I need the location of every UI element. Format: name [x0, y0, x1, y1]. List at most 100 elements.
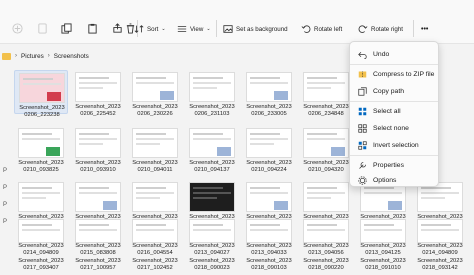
file-name-line1: Screenshot_2023 — [246, 160, 292, 166]
file-tile[interactable]: Screenshot_2023 0206_223238 — [14, 70, 68, 118]
file-name-line1: Screenshot_2023 — [132, 160, 178, 166]
thumbnail — [360, 219, 406, 243]
thumbnail — [189, 182, 235, 212]
nav-item[interactable]: P — [0, 185, 10, 191]
file-tile[interactable]: Screenshot_2023 0213_094056 — [299, 217, 353, 256]
file-name-line2: 0210_093825 — [23, 167, 59, 173]
sort-button[interactable]: Sort ⌄ — [134, 22, 166, 36]
file-name-line1: Screenshot_2023 — [303, 104, 349, 110]
file-name: Screenshot_2023 0218_091010 — [356, 258, 410, 272]
menu-item-select-none[interactable]: Select none — [354, 121, 436, 135]
rotate-left-label: Rotate left — [314, 25, 343, 33]
file-tile[interactable]: Screenshot_2023 0215_083808 — [71, 217, 125, 256]
menu-item-label: Compress to ZIP file — [373, 70, 435, 78]
file-name-line2: 0206_223238 — [24, 112, 60, 118]
thumbnail — [417, 219, 463, 243]
file-tile[interactable]: Screenshot_2023 0218_093142 — [413, 256, 467, 275]
file-name: Screenshot_2023 0210_094137 — [185, 160, 239, 174]
file-tile[interactable]: Screenshot_2023 0213_094125 — [356, 217, 410, 256]
breadcrumb-item-screenshots[interactable]: Screenshots — [54, 53, 89, 60]
menu-item-select-all[interactable]: Select all — [354, 104, 436, 118]
more-options-button[interactable]: ••• — [421, 22, 428, 36]
thumbnail — [132, 72, 178, 102]
thumbnail — [246, 128, 292, 158]
view-icon — [177, 26, 187, 32]
file-name-line2: 0210_094137 — [194, 167, 230, 173]
file-name-line1: Screenshot_2023 — [417, 243, 463, 249]
file-name-line2: 0206_231103 — [194, 111, 230, 117]
cut-icon[interactable] — [35, 21, 49, 35]
sort-icon — [134, 25, 144, 33]
file-tile[interactable]: Screenshot_2023 0217_102452 — [128, 256, 182, 275]
thumbnail — [75, 219, 121, 243]
file-name-line1: Screenshot_2023 — [360, 258, 406, 264]
menu-item-compress[interactable]: Compress to ZIP file — [354, 67, 436, 81]
breadcrumb-item-pictures[interactable]: Pictures — [21, 53, 44, 60]
file-name-line1: Screenshot_2023 — [75, 104, 121, 110]
file-name-line1: Screenshot_2023 — [132, 258, 178, 264]
file-name-line2: 0217_102452 — [137, 265, 173, 271]
menu-item-options[interactable]: Options — [354, 173, 436, 187]
menu-item-copy-path[interactable]: Copy path — [354, 84, 436, 98]
copy-icon[interactable] — [59, 21, 73, 35]
file-name-line1: Screenshot_2023 — [303, 243, 349, 249]
file-name-line2: 0206_234848 — [308, 111, 344, 117]
file-tile[interactable]: Screenshot_2023 0214_094809 — [14, 217, 68, 256]
rotate-left-icon — [301, 25, 311, 33]
file-tile[interactable]: Screenshot_2023 0206_225452 — [71, 70, 125, 117]
paste-icon[interactable] — [85, 21, 99, 35]
file-tile[interactable]: Screenshot_2023 0206_230226 — [128, 70, 182, 117]
file-tile[interactable]: Screenshot_2023 0218_090220 — [299, 256, 353, 275]
file-tile[interactable]: Screenshot_2023 0210_094011 — [128, 126, 182, 173]
file-tile[interactable]: Screenshot_2023 0210_094224 — [242, 126, 296, 173]
file-tile[interactable]: Screenshot_2023 0214_094809 — [413, 217, 467, 256]
share-icon[interactable] — [110, 21, 124, 35]
file-tile[interactable]: Screenshot_2023 0217_100957 — [71, 256, 125, 275]
file-tile[interactable]: Screenshot_2023 0210_094137 — [185, 126, 239, 173]
view-button[interactable]: View ⌄ — [177, 22, 211, 36]
file-tile[interactable]: Screenshot_2023 0210_094320 — [299, 126, 353, 173]
rotate-left-button[interactable]: Rotate left — [301, 22, 342, 36]
file-tile[interactable]: Screenshot_2023 0213_094027 — [185, 217, 239, 256]
file-name: Screenshot_2023 0217_100957 — [71, 258, 125, 272]
file-tile[interactable]: Screenshot_2023 0213_094033 — [242, 217, 296, 256]
file-name-line2: 0206_233005 — [251, 111, 287, 117]
file-name-line1: Screenshot_2023 — [189, 160, 235, 166]
view-label: View — [190, 25, 204, 33]
file-tile[interactable]: Screenshot_2023 0210_093825 — [14, 126, 68, 173]
file-name: Screenshot_2023 0210_094320 — [299, 160, 353, 174]
file-tile[interactable]: Screenshot_2023 0217_093407 — [14, 256, 68, 275]
set-background-label: Set as background — [236, 25, 288, 33]
file-tile[interactable]: Screenshot_2023 0218_090103 — [242, 256, 296, 275]
file-name: Screenshot_2023 0210_094224 — [242, 160, 296, 174]
new-icon[interactable] — [10, 21, 24, 35]
file-tile[interactable]: Screenshot_2023 0218_090023 — [185, 256, 239, 275]
chevron-down-icon: ⌄ — [206, 26, 211, 32]
file-name-line2: 0206_230226 — [137, 111, 173, 117]
set-background-button[interactable]: Set as background — [223, 22, 288, 36]
file-tile[interactable]: Screenshot_2023 0216_004554 — [128, 217, 182, 256]
file-name-line2: 0210_093910 — [80, 167, 116, 173]
menu-divider — [350, 64, 438, 65]
menu-item-properties[interactable]: Properties — [354, 158, 436, 172]
menu-item-invert-selection[interactable]: Invert selection — [354, 138, 436, 152]
nav-item[interactable]: P — [0, 168, 10, 174]
thumbnail — [246, 72, 292, 102]
rotate-right-icon — [358, 25, 368, 33]
file-tile[interactable]: Screenshot_2023 0210_093910 — [71, 126, 125, 173]
thumbnail — [132, 182, 178, 212]
menu-item-undo[interactable]: Undo — [354, 47, 436, 61]
file-name: Screenshot_2023 0217_093407 — [14, 258, 68, 272]
thumbnail — [246, 182, 292, 212]
sort-label: Sort — [147, 25, 159, 33]
rotate-right-label: Rotate right — [371, 25, 403, 33]
nav-item[interactable]: P — [0, 202, 10, 208]
file-tile[interactable]: Screenshot_2023 0218_091010 — [356, 256, 410, 275]
file-name-line2: 0218_090103 — [251, 265, 287, 271]
file-name-line1: Screenshot_2023 — [417, 258, 463, 264]
nav-item[interactable]: P — [0, 219, 10, 225]
file-tile[interactable]: Screenshot_2023 0206_233005 — [242, 70, 296, 117]
file-tile[interactable]: Screenshot_2023 0206_231103 — [185, 70, 239, 117]
rotate-right-button[interactable]: Rotate right — [358, 22, 403, 36]
file-tile[interactable]: Screenshot_2023 0206_234848 — [299, 70, 353, 117]
